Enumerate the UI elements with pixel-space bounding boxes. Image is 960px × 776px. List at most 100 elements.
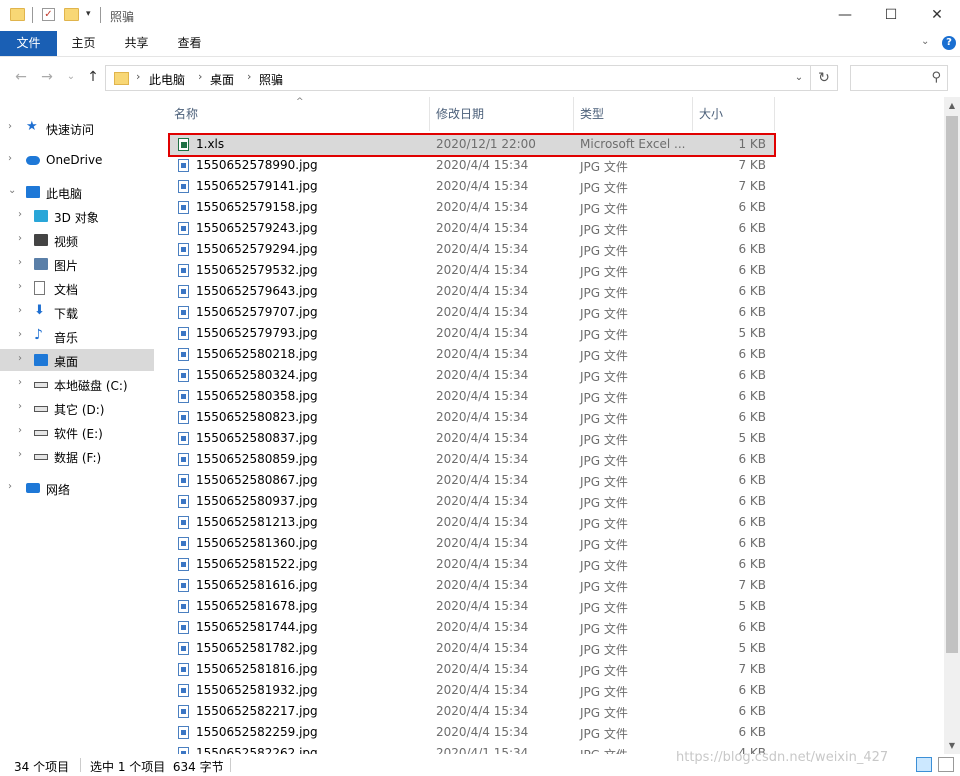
- table-row[interactable]: 1550652581678.jpg 2020/4/4 15:34 JPG 文件 5 K…: [168, 596, 774, 617]
- table-row[interactable]: 1550652581782.jpg 2020/4/4 15:34 JPG 文件 5 K…: [168, 638, 774, 659]
- maximize-button[interactable]: ☐: [868, 0, 914, 31]
- close-button[interactable]: ✕: [914, 0, 960, 31]
- chevron-down-icon[interactable]: ⌄: [8, 185, 16, 196]
- table-row[interactable]: 1550652578990.jpg 2020/4/4 15:34 JPG 文件 7 K…: [168, 155, 774, 176]
- table-row[interactable]: 1550652581360.jpg 2020/4/4 15:34 JPG 文件 6 K…: [168, 533, 774, 554]
- selection-info: 选中 1 个项目 634 字节: [90, 760, 224, 774]
- properties-icon[interactable]: ✓: [42, 8, 55, 21]
- sidebar-item[interactable]: › OneDrive: [0, 149, 154, 171]
- expand-ribbon-icon[interactable]: ⌄: [921, 36, 929, 47]
- sidebar-item[interactable]: › ★ 快速访问: [0, 117, 154, 139]
- sidebar-item[interactable]: › ♪ 音乐: [0, 325, 154, 347]
- table-row[interactable]: 1550652579532.jpg 2020/4/4 15:34 JPG 文件 6 K…: [168, 260, 774, 281]
- table-row[interactable]: 1550652580937.jpg 2020/4/4 15:34 JPG 文件 6 K…: [168, 491, 774, 512]
- chevron-right-icon[interactable]: ›: [18, 353, 22, 364]
- vertical-scrollbar[interactable]: ▲ ▼: [944, 97, 960, 754]
- table-row[interactable]: 1550652580867.jpg 2020/4/4 15:34 JPG 文件 6 K…: [168, 470, 774, 491]
- table-row[interactable]: 1550652579707.jpg 2020/4/4 15:34 JPG 文件 6 K…: [168, 302, 774, 323]
- table-row[interactable]: 1550652579158.jpg 2020/4/4 15:34 JPG 文件 6 K…: [168, 197, 774, 218]
- details-view-icon[interactable]: [916, 757, 932, 772]
- chevron-right-icon[interactable]: ›: [18, 449, 22, 460]
- sidebar-item[interactable]: › 文档: [0, 277, 154, 299]
- table-row[interactable]: 1550652582217.jpg 2020/4/4 15:34 JPG 文件 6 K…: [168, 701, 774, 722]
- chevron-right-icon[interactable]: ›: [18, 257, 22, 268]
- scroll-down-arrow-icon[interactable]: ▼: [944, 737, 960, 754]
- sidebar-item[interactable]: › 桌面: [0, 349, 154, 371]
- breadcrumb-separator[interactable]: ›: [247, 70, 251, 83]
- chevron-right-icon[interactable]: ›: [8, 121, 12, 132]
- breadcrumb-this-pc[interactable]: 此电脑: [149, 71, 185, 88]
- minimize-button[interactable]: —: [822, 0, 868, 31]
- table-row[interactable]: 1550652581213.jpg 2020/4/4 15:34 JPG 文件 6 K…: [168, 512, 774, 533]
- table-row[interactable]: 1550652580358.jpg 2020/4/4 15:34 JPG 文件 6 K…: [168, 386, 774, 407]
- breadcrumb-desktop[interactable]: 桌面: [210, 71, 234, 88]
- sidebar-item[interactable]: › 软件 (E:): [0, 421, 154, 443]
- sidebar-item[interactable]: › 图片: [0, 253, 154, 275]
- breadcrumb-current[interactable]: 照骗: [259, 71, 283, 88]
- tab-view[interactable]: 查看: [163, 31, 216, 56]
- column-header-date[interactable]: 修改日期: [430, 97, 574, 131]
- customize-toolbar-icon[interactable]: ▾: [86, 9, 91, 19]
- table-row[interactable]: 1550652581816.jpg 2020/4/4 15:34 JPG 文件 7 K…: [168, 659, 774, 680]
- table-row[interactable]: 1550652580218.jpg 2020/4/4 15:34 JPG 文件 6 K…: [168, 344, 774, 365]
- table-row[interactable]: 1550652579243.jpg 2020/4/4 15:34 JPG 文件 6 K…: [168, 218, 774, 239]
- column-divider[interactable]: [774, 97, 775, 131]
- sidebar-item[interactable]: › 3D 对象: [0, 205, 154, 227]
- sidebar-item[interactable]: ⌄ 此电脑: [0, 181, 154, 203]
- column-header-size[interactable]: 大小: [693, 97, 775, 131]
- recent-locations-button[interactable]: ⌄: [62, 67, 80, 87]
- chevron-right-icon[interactable]: ›: [8, 153, 12, 164]
- table-row[interactable]: 1550652580324.jpg 2020/4/4 15:34 JPG 文件 6 K…: [168, 365, 774, 386]
- table-row[interactable]: 1550652581744.jpg 2020/4/4 15:34 JPG 文件 6 K…: [168, 617, 774, 638]
- help-icon[interactable]: ?: [942, 36, 956, 50]
- tab-home[interactable]: 主页: [57, 31, 110, 56]
- excel-file-icon: [178, 138, 189, 151]
- chevron-right-icon[interactable]: ›: [8, 481, 12, 492]
- file-type: JPG 文件: [580, 643, 628, 657]
- sidebar-item[interactable]: › 数据 (F:): [0, 445, 154, 467]
- chevron-down-icon[interactable]: ⌄: [787, 66, 810, 90]
- table-row[interactable]: 1550652581616.jpg 2020/4/4 15:34 JPG 文件 7 K…: [168, 575, 774, 596]
- folder-icon[interactable]: [10, 8, 25, 21]
- table-row[interactable]: 1550652579141.jpg 2020/4/4 15:34 JPG 文件 7 K…: [168, 176, 774, 197]
- chevron-right-icon[interactable]: ›: [18, 329, 22, 340]
- chevron-right-icon[interactable]: ›: [18, 425, 22, 436]
- chevron-right-icon[interactable]: ›: [18, 281, 22, 292]
- table-row[interactable]: 1.xls 2020/12/1 22:00 Microsoft Excel ... 1…: [168, 134, 774, 155]
- column-header-type[interactable]: 类型: [574, 97, 693, 131]
- scroll-up-arrow-icon[interactable]: ▲: [944, 97, 960, 114]
- sidebar-item[interactable]: › 其它 (D:): [0, 397, 154, 419]
- table-row[interactable]: 1550652580823.jpg 2020/4/4 15:34 JPG 文件 6 K…: [168, 407, 774, 428]
- chevron-right-icon[interactable]: ›: [18, 233, 22, 244]
- chevron-right-icon[interactable]: ›: [18, 377, 22, 388]
- table-row[interactable]: 1550652581522.jpg 2020/4/4 15:34 JPG 文件 6 K…: [168, 554, 774, 575]
- table-row[interactable]: 1550652582259.jpg 2020/4/4 15:34 JPG 文件 6 K…: [168, 722, 774, 743]
- table-row[interactable]: 1550652580837.jpg 2020/4/4 15:34 JPG 文件 5 K…: [168, 428, 774, 449]
- new-folder-icon[interactable]: [64, 8, 79, 21]
- sidebar-item[interactable]: › 本地磁盘 (C:): [0, 373, 154, 395]
- address-field[interactable]: › 此电脑 › 桌面 › 照骗 ⌄: [105, 65, 811, 91]
- table-row[interactable]: 1550652580859.jpg 2020/4/4 15:34 JPG 文件 6 K…: [168, 449, 774, 470]
- back-button[interactable]: ←: [12, 67, 30, 87]
- breadcrumb-separator[interactable]: ›: [136, 70, 140, 83]
- refresh-button[interactable]: ↻: [810, 65, 838, 91]
- tab-file[interactable]: 文件: [0, 31, 57, 56]
- forward-button[interactable]: →: [38, 67, 56, 87]
- chevron-right-icon[interactable]: ›: [18, 401, 22, 412]
- file-name: 1550652582262.jpg: [196, 746, 318, 754]
- tab-share[interactable]: 共享: [110, 31, 163, 56]
- sidebar-item[interactable]: › ⬇ 下载: [0, 301, 154, 323]
- table-row[interactable]: 1550652581932.jpg 2020/4/4 15:34 JPG 文件 6 K…: [168, 680, 774, 701]
- scrollbar-thumb[interactable]: [946, 116, 958, 653]
- table-row[interactable]: 1550652579793.jpg 2020/4/4 15:34 JPG 文件 5 K…: [168, 323, 774, 344]
- table-row[interactable]: 1550652579643.jpg 2020/4/4 15:34 JPG 文件 6 K…: [168, 281, 774, 302]
- chevron-right-icon[interactable]: ›: [18, 305, 22, 316]
- up-button[interactable]: ↑: [84, 67, 102, 87]
- sidebar-item[interactable]: › 网络: [0, 477, 154, 499]
- search-input[interactable]: ⚲: [850, 65, 948, 91]
- table-row[interactable]: 1550652579294.jpg 2020/4/4 15:34 JPG 文件 6 K…: [168, 239, 774, 260]
- chevron-right-icon[interactable]: ›: [18, 209, 22, 220]
- sidebar-item[interactable]: › 视频: [0, 229, 154, 251]
- large-icons-view-icon[interactable]: [938, 757, 954, 772]
- breadcrumb-separator[interactable]: ›: [198, 70, 202, 83]
